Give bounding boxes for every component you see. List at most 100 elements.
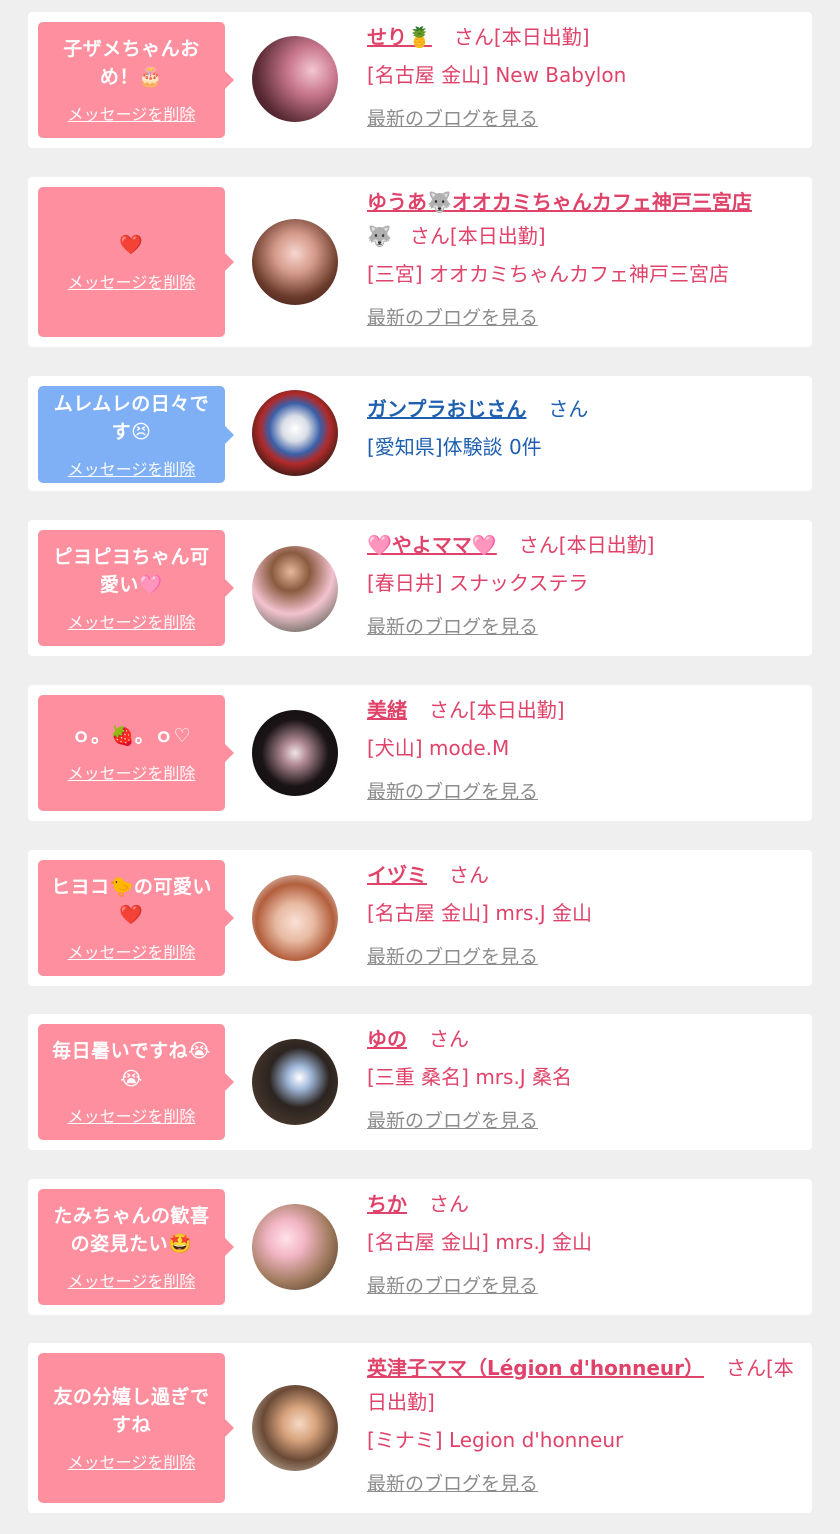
name-emoji: 🐺 [367,224,392,248]
latest-blog-link[interactable]: 最新のブログを見る [367,1108,802,1134]
message-bubble: たみちゃんの歓喜 の姿見たい🤩 メッセージを削除 [38,1189,234,1305]
message-text: 子ザメちゃんお め！🎂 [63,38,200,88]
message-bubble: ピヨピヨちゃん可 愛い🩷 メッセージを削除 [38,530,234,646]
message-bubble: ❤️ メッセージを削除 [38,187,234,337]
status-text: さん [548,397,589,421]
message-card: ｏ。🍓。ｏ♡ メッセージを削除 美緒 さん[本日出勤] [犬山] mode.M 最… [28,685,812,821]
avatar[interactable] [252,219,338,305]
profile-info: ちか さん [名古屋 金山] mrs.J 金山 最新のブログを見る [367,1187,802,1299]
profile-name-link[interactable]: せり🍍 [367,25,432,49]
name-line: ちか さん [367,1187,802,1221]
shop-text: [犬山] mode.M [367,736,510,760]
message-text: ｏ。🍓。ｏ♡ [71,725,192,747]
message-text: ピヨピヨちゃん可 愛い🩷 [53,546,210,596]
profile-name-link[interactable]: ゆうあ🐺オオカミちゃんカフェ神戸三宮店 [367,190,752,214]
message-text: 毎日暑いですね😭 😭 [52,1040,211,1090]
delete-message-link[interactable]: メッセージを削除 [68,456,196,480]
profile-name-link[interactable]: ちか [367,1192,407,1216]
delete-message-link[interactable]: メッセージを削除 [68,939,196,963]
latest-blog-link[interactable]: 最新のブログを見る [367,779,802,805]
message-card: 子ザメちゃんお め！🎂 メッセージを削除 せり🍍 さん[本日出勤] [名古屋 金山… [28,12,812,148]
delete-message-link[interactable]: メッセージを削除 [68,609,196,633]
latest-blog-link[interactable]: 最新のブログを見る [367,944,802,970]
name-line: 美緒 さん[本日出勤] [367,693,802,727]
delete-message-link[interactable]: メッセージを削除 [68,1449,196,1473]
message-text: たみちゃんの歓喜 の姿見たい🤩 [53,1205,210,1255]
message-bubble: 毎日暑いですね😭 😭 メッセージを削除 [38,1024,234,1140]
status-text: さん [449,863,489,887]
avatar[interactable] [252,1204,338,1290]
avatar[interactable] [252,390,338,476]
latest-blog-link[interactable]: 最新のブログを見る [367,614,802,640]
avatar[interactable] [252,875,338,961]
status-text: さん [429,1027,469,1051]
delete-message-link[interactable]: メッセージを削除 [68,1103,196,1127]
delete-message-link[interactable]: メッセージを削除 [68,760,196,784]
delete-message-link[interactable]: メッセージを削除 [68,1268,196,1292]
profile-info: 🩷やよママ🩷 さん[本日出勤] [春日井] スナックステラ 最新のブログを見る [367,528,802,640]
profile-name-link[interactable]: 英津子ママ（Légion d'honneur） [367,1356,704,1380]
profile-name-link[interactable]: 🩷やよママ🩷 [367,533,497,557]
shop-text: [ミナミ] Legion d'honneur [367,1428,624,1452]
shop-text: [三宮] オオカミちゃんカフェ神戸三宮店 [367,262,729,286]
shop-text: [愛知県]体験談 0件 [367,435,542,459]
status-text: さん[本日出勤] [518,533,655,557]
avatar[interactable] [252,1385,338,1471]
name-line: ゆの さん [367,1022,802,1056]
shop-text: [名古屋 金山] mrs.J 金山 [367,901,593,925]
message-text: ❤️ [119,234,144,256]
latest-blog-link[interactable]: 最新のブログを見る [367,1273,802,1299]
name-line: ゆうあ🐺オオカミちゃんカフェ神戸三宮店 🐺 さん[本日出勤] [367,185,802,253]
name-line: ガンプラおじさん さん [367,392,802,426]
status-text-cont: 日出勤] [367,1390,435,1414]
name-line: 🩷やよママ🩷 さん[本日出勤] [367,528,802,562]
message-card: たみちゃんの歓喜 の姿見たい🤩 メッセージを削除 ちか さん [名古屋 金山] m… [28,1179,812,1315]
message-card: ❤️ メッセージを削除 ゆうあ🐺オオカミちゃんカフェ神戸三宮店 🐺 さん[本日出勤… [28,177,812,347]
message-text: ヒヨコ🐤の可愛い ❤️ [51,876,212,926]
message-card: 毎日暑いですね😭 😭 メッセージを削除 ゆの さん [三重 桑名] mrs.J 桑… [28,1014,812,1150]
latest-blog-link[interactable]: 最新のブログを見る [367,305,802,331]
profile-name-link[interactable]: 美緒 [367,698,407,722]
name-line: せり🍍 さん[本日出勤] [367,20,802,54]
message-card: ムレムレの日々で す😣 メッセージを削除 ガンプラおじさん さん [愛知県]体験談… [28,376,812,491]
status-text: さん[本日出勤] [429,698,565,722]
avatar[interactable] [252,36,338,122]
profile-name-link[interactable]: ゆの [367,1027,407,1051]
profile-info: せり🍍 さん[本日出勤] [名古屋 金山] New Babylon 最新のブログを… [367,20,802,132]
profile-name-link[interactable]: イヅミ [367,863,427,887]
profile-info: ゆの さん [三重 桑名] mrs.J 桑名 最新のブログを見る [367,1022,802,1134]
shop-text: [名古屋 金山] New Babylon [367,63,627,87]
message-bubble: ｏ。🍓。ｏ♡ メッセージを削除 [38,695,234,811]
name-line: 英津子ママ（Légion d'honneur） さん[本 日出勤] [367,1351,802,1419]
latest-blog-link[interactable]: 最新のブログを見る [367,1471,802,1497]
delete-message-link[interactable]: メッセージを削除 [68,101,196,125]
message-text: ムレムレの日々で す😣 [53,392,210,443]
avatar[interactable] [252,546,338,632]
message-bubble: 友の分嬉し過ぎで すね メッセージを削除 [38,1353,234,1503]
message-text: 友の分嬉し過ぎで すね [53,1386,210,1436]
message-card: 友の分嬉し過ぎで すね メッセージを削除 英津子ママ（Légion d'honn… [28,1343,812,1513]
status-text: さん[本日出勤] [409,224,546,248]
message-bubble: ヒヨコ🐤の可愛い ❤️ メッセージを削除 [38,860,234,976]
name-line: イヅミ さん [367,858,802,892]
shop-text: [名古屋 金山] mrs.J 金山 [367,1230,593,1254]
profile-info: 英津子ママ（Légion d'honneur） さん[本 日出勤] [ミナミ] L… [367,1351,802,1497]
latest-blog-link[interactable]: 最新のブログを見る [367,106,802,132]
avatar[interactable] [252,1039,338,1125]
message-bubble: ムレムレの日々で す😣 メッセージを削除 [38,386,234,483]
shop-text: [三重 桑名] mrs.J 桑名 [367,1065,573,1089]
profile-name-link[interactable]: ガンプラおじさん [367,397,526,421]
avatar[interactable] [252,710,338,796]
message-bubble: 子ザメちゃんお め！🎂 メッセージを削除 [38,22,234,138]
status-text: さん[本 [725,1356,794,1380]
status-text: さん [429,1192,469,1216]
profile-info: 美緒 さん[本日出勤] [犬山] mode.M 最新のブログを見る [367,693,802,805]
profile-info: ガンプラおじさん さん [愛知県]体験談 0件 [367,392,802,464]
profile-info: イヅミ さん [名古屋 金山] mrs.J 金山 最新のブログを見る [367,858,802,970]
delete-message-link[interactable]: メッセージを削除 [68,269,196,293]
shop-text: [春日井] スナックステラ [367,571,589,595]
profile-info: ゆうあ🐺オオカミちゃんカフェ神戸三宮店 🐺 さん[本日出勤] [三宮] オオカミち… [367,185,802,331]
status-text: さん[本日出勤] [453,25,590,49]
message-card: ヒヨコ🐤の可愛い ❤️ メッセージを削除 イヅミ さん [名古屋 金山] mrs.… [28,850,812,986]
message-card: ピヨピヨちゃん可 愛い🩷 メッセージを削除 🩷やよママ🩷 さん[本日出勤] [春日… [28,520,812,656]
